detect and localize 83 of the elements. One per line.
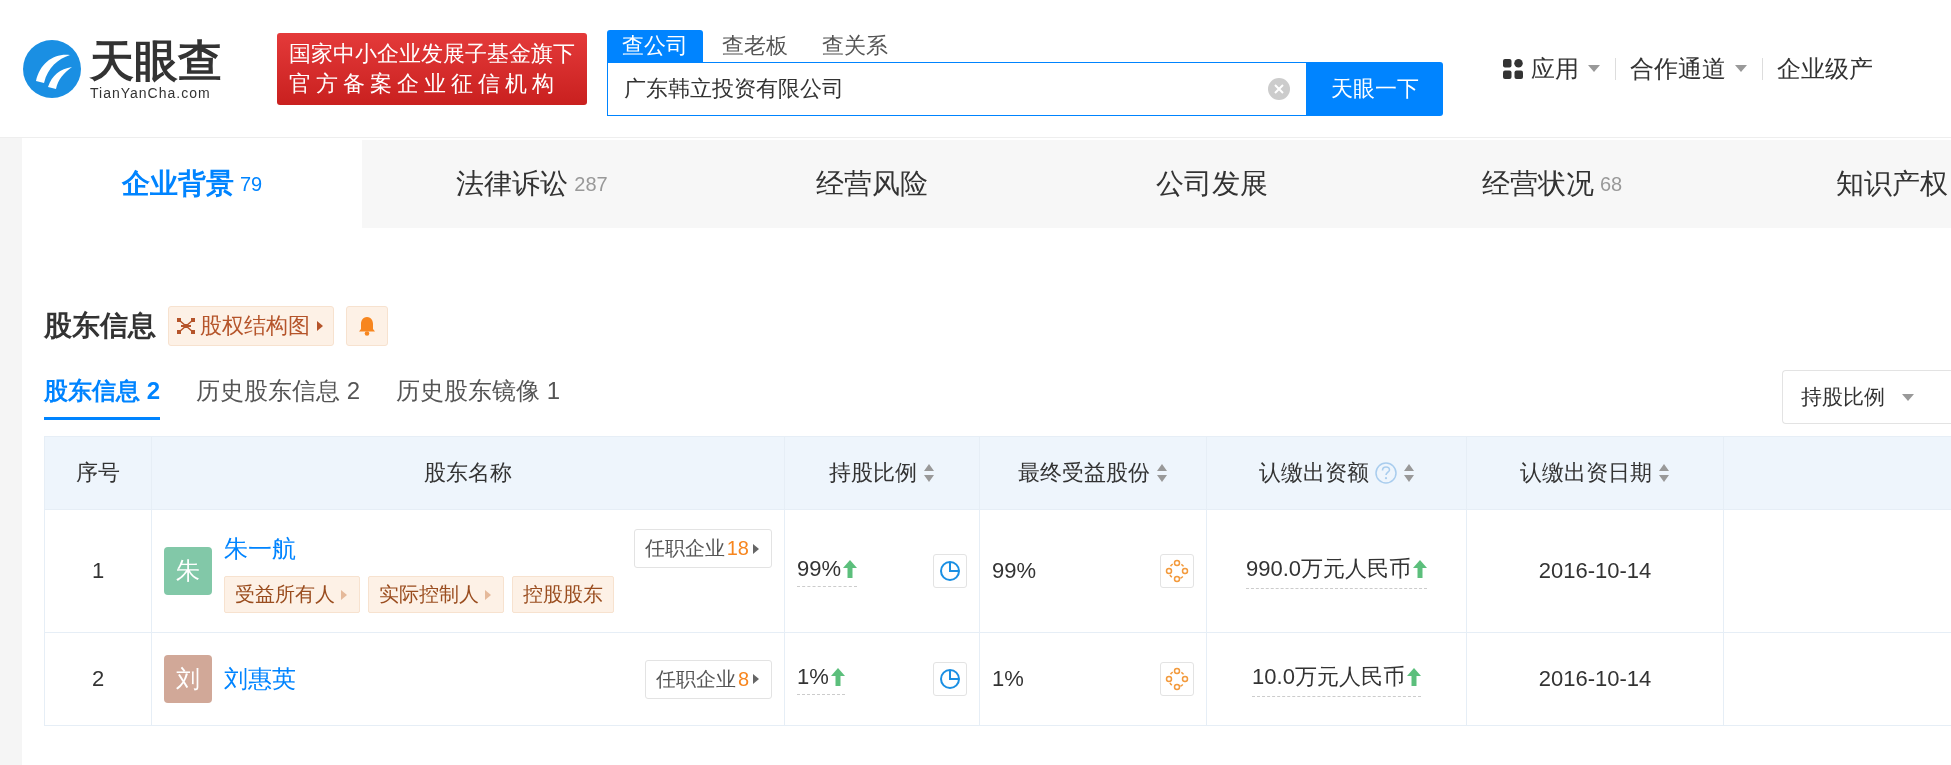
- nav-menu-item[interactable]: 应用: [1503, 52, 1601, 85]
- search-type-tab[interactable]: 查公司: [607, 29, 703, 62]
- column-header: 序号: [44, 436, 152, 510]
- up-arrow-icon: [843, 559, 858, 578]
- caret-icon: [751, 542, 761, 555]
- section-title: 股东信息: [44, 309, 156, 343]
- banner-text: 官方备案企业征信机构: [289, 69, 560, 98]
- cell-value: 99%: [797, 555, 858, 587]
- network-button[interactable]: [1160, 554, 1194, 588]
- table-cell: 2016-10-14: [1466, 509, 1724, 633]
- pie-chart-button[interactable]: [933, 554, 967, 588]
- logo-domain: TianYanCha.com: [90, 84, 212, 101]
- role-tag[interactable]: 受益所有人: [224, 576, 360, 613]
- caret-icon: [315, 320, 325, 332]
- caret-icon: [1901, 392, 1915, 402]
- pie-chart-icon: [939, 668, 961, 690]
- pie-chart-icon: [939, 560, 961, 582]
- cell-value: 10.0万元人民币: [1252, 661, 1421, 697]
- shareholder-name-link[interactable]: 刘惠英: [224, 663, 296, 695]
- tab-count: 287: [574, 172, 608, 196]
- caret-icon: [483, 588, 493, 601]
- network-button[interactable]: [1160, 662, 1194, 696]
- section-tab[interactable]: 经营状况 68: [1382, 140, 1722, 228]
- pie-chart-button[interactable]: [933, 662, 967, 696]
- sort-icon: [1156, 463, 1168, 483]
- avatar: 朱: [164, 547, 212, 595]
- role-tag[interactable]: 控股股东: [512, 576, 614, 613]
- column-header[interactable]: 持股比例: [784, 436, 980, 510]
- section-tab[interactable]: 知识产权: [1722, 140, 1951, 228]
- caret-icon: [1734, 64, 1748, 73]
- sub-tab[interactable]: 股东信息 2: [44, 374, 160, 420]
- tab-count: 79: [239, 172, 263, 196]
- structure-chart-icon: [177, 318, 195, 334]
- section-tab[interactable]: 法律诉讼 287: [362, 140, 702, 228]
- network-icon: [1165, 667, 1189, 691]
- section-tab[interactable]: 经营风险: [702, 140, 1042, 228]
- caret-icon: [1587, 64, 1601, 73]
- table-cell: 2: [44, 632, 152, 726]
- section-tab[interactable]: 企业背景 79: [22, 140, 362, 228]
- sort-icon: [1402, 463, 1415, 483]
- sort-icon: [923, 463, 935, 483]
- table-cell: 2016-10-14: [1466, 632, 1724, 726]
- apps-icon: [1503, 58, 1523, 79]
- up-arrow-icon: [1413, 559, 1428, 578]
- network-icon: [1165, 559, 1189, 583]
- positions-button[interactable]: 任职企业18: [633, 529, 772, 568]
- column-header: 股东名称: [151, 436, 785, 510]
- positions-button[interactable]: 任职企业8: [644, 659, 772, 699]
- search-field[interactable]: 广东韩立投资有限公司: [607, 61, 1307, 116]
- up-arrow-icon: [830, 667, 845, 686]
- help-icon: [1374, 462, 1397, 484]
- up-arrow-icon: [1406, 667, 1421, 686]
- cell-value: 1%: [992, 666, 1024, 692]
- sub-tab[interactable]: 历史股东信息 2: [196, 374, 361, 420]
- table-cell: 1: [44, 509, 152, 633]
- section-tab[interactable]: 公司发展: [1042, 140, 1382, 228]
- tab-count: 68: [1599, 172, 1623, 196]
- cell-value: 990.0万元人民币: [1245, 553, 1428, 589]
- notification-button[interactable]: [346, 306, 388, 346]
- clear-icon: [1267, 76, 1291, 101]
- column-header[interactable]: 认缴出资日期: [1466, 436, 1724, 510]
- equity-structure-button[interactable]: 股权结构图: [168, 306, 334, 346]
- search-type-tab[interactable]: 查老板: [707, 29, 803, 62]
- cell-value: 1%: [797, 663, 845, 695]
- sub-tab[interactable]: 历史股东镜像 1: [396, 374, 561, 420]
- cell-value: 99%: [992, 558, 1037, 584]
- shareholder-name-link[interactable]: 朱一航: [224, 532, 296, 565]
- logo-icon: [22, 38, 82, 99]
- logo-wordmark: 天眼查: [90, 36, 222, 85]
- search-type-tab[interactable]: 查关系: [807, 29, 903, 62]
- nav-menu-item[interactable]: 合作通道: [1630, 52, 1748, 85]
- nav-menu-item[interactable]: 企业级产: [1777, 52, 1873, 85]
- bell-icon: [358, 316, 376, 336]
- column-header[interactable]: 认缴出资额: [1206, 436, 1467, 510]
- avatar: 刘: [164, 655, 212, 703]
- banner-text: 国家中小企业发展子基金旗下: [289, 39, 575, 68]
- column-header[interactable]: 最终受益股份: [979, 436, 1207, 510]
- search-button[interactable]: 天眼一下: [1307, 61, 1443, 116]
- sort-dropdown[interactable]: 持股比例: [1782, 370, 1951, 424]
- sort-icon: [1658, 463, 1670, 483]
- role-tag[interactable]: 实际控制人: [368, 576, 504, 613]
- caret-icon: [751, 673, 761, 685]
- caret-icon: [339, 588, 349, 601]
